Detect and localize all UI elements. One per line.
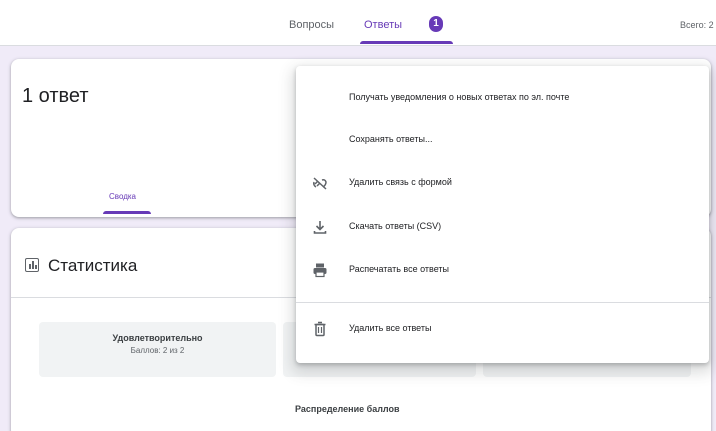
stat-box-sub: Баллов: 2 из 2 xyxy=(130,346,185,355)
summary-tab-indicator xyxy=(103,211,151,214)
menu-item-label: Удалить все ответы xyxy=(349,323,432,333)
statistics-title: Статистика xyxy=(48,256,138,275)
tab-responses[interactable]: Ответы xyxy=(364,19,402,31)
responses-more-menu: Получать уведомления о новых ответах по … xyxy=(296,66,709,363)
menu-item-label: Удалить связь с формой xyxy=(349,177,452,187)
responses-count-badge: 1 xyxy=(429,16,443,32)
top-tab-bar: Вопросы Ответы 1 Всего: 2 xyxy=(0,0,716,46)
trash-icon xyxy=(314,321,326,337)
menu-item-download-csv[interactable]: Скачать ответы (CSV) xyxy=(296,208,709,248)
stat-box-title: Удовлетворительно xyxy=(112,333,203,343)
download-icon xyxy=(313,221,327,234)
distribution-label: Распределение баллов xyxy=(295,404,400,414)
menu-item-save-responses[interactable]: Сохранять ответы... xyxy=(296,121,709,161)
unlink-icon xyxy=(313,177,327,190)
menu-item-label: Скачать ответы (CSV) xyxy=(349,221,442,231)
menu-item-label: Получать уведомления о новых ответах по … xyxy=(349,92,570,102)
print-icon xyxy=(313,263,327,278)
tab-questions[interactable]: Вопросы xyxy=(289,19,334,31)
responses-count: 1 ответ xyxy=(22,85,89,107)
menu-item-delete-all[interactable]: Удалить все ответы xyxy=(296,310,709,350)
menu-item-label: Сохранять ответы... xyxy=(349,134,433,144)
active-tab-indicator xyxy=(360,41,453,44)
chart-icon xyxy=(25,258,39,272)
menu-item-email-notifications[interactable]: Получать уведомления о новых ответах по … xyxy=(296,79,709,119)
stat-box: Удовлетворительно Баллов: 2 из 2 xyxy=(39,322,276,377)
menu-item-print-all[interactable]: Распечатать все ответы xyxy=(296,251,709,291)
tab-summary[interactable]: Сводка xyxy=(109,192,136,201)
menu-divider xyxy=(296,302,709,303)
menu-item-unlink-form[interactable]: Удалить связь с формой xyxy=(296,164,709,204)
total-points: Всего: 2 xyxy=(680,20,714,30)
menu-item-label: Распечатать все ответы xyxy=(349,264,450,274)
